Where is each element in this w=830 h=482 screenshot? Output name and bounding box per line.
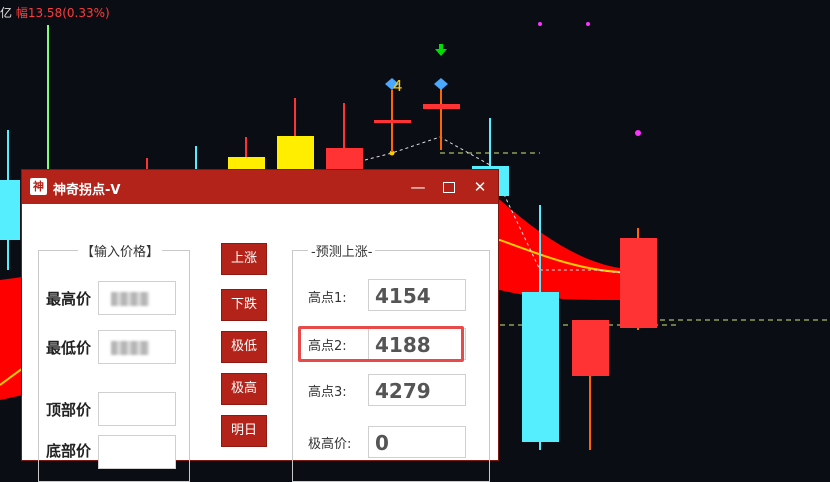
lowest-price-label: 最低价	[46, 339, 92, 357]
bottom-price-input[interactable]	[98, 435, 176, 469]
predict-legend-text: 预测上涨	[315, 245, 368, 260]
extreme-low-button[interactable]: 极低	[222, 332, 266, 362]
top-price-input[interactable]	[98, 392, 176, 426]
predict-group-legend: -预测上涨-	[308, 241, 376, 260]
close-button[interactable]: ✕	[467, 175, 493, 199]
magenta-dot	[586, 22, 590, 26]
bottom-price-label: 底部价	[46, 442, 92, 460]
high-point-3-label: 高点3:	[308, 385, 347, 400]
rise-button[interactable]: 上涨	[222, 244, 266, 274]
high-point-3-value[interactable]: 4279	[368, 374, 466, 406]
extreme-high-button[interactable]: 极高	[222, 374, 266, 404]
input-group-legend: 【输入价格】	[78, 241, 163, 260]
highest-price-label: 最高价	[46, 290, 92, 308]
high-point-1-value[interactable]: 4154	[368, 279, 466, 311]
extreme-high-price-label: 极高价:	[308, 437, 352, 452]
change-label: 幅13.58(0.33%)	[15, 6, 110, 20]
app-logo-icon: 神	[30, 178, 47, 195]
window-title: 神奇拐点-V	[53, 183, 121, 198]
svg-text:4: 4	[393, 77, 403, 95]
top-price-label: 顶部价	[46, 401, 92, 419]
dialog-window: 神 神奇拐点-V — ✕ 【输入价格】 最高价 最低价 顶部价 底部价 上涨 下…	[22, 170, 498, 482]
chart-info-bar: 亿 幅13.58(0.33%)	[0, 4, 110, 21]
fall-button[interactable]: 下跌	[222, 290, 266, 320]
maximize-icon	[443, 182, 455, 193]
title-bar[interactable]: 神 神奇拐点-V — ✕	[22, 170, 498, 204]
magenta-dot	[635, 130, 641, 136]
maximize-button[interactable]	[436, 175, 462, 199]
extreme-high-price-value[interactable]: 0	[368, 426, 466, 458]
info-prefix: 亿	[0, 6, 13, 20]
high-point-1-label: 高点1:	[308, 291, 347, 306]
blurred-value	[111, 292, 149, 306]
tomorrow-button[interactable]: 明日	[222, 416, 266, 446]
magenta-dot	[538, 22, 542, 26]
highest-price-input[interactable]	[98, 281, 176, 315]
blurred-value	[111, 341, 149, 355]
minimize-button[interactable]: —	[405, 175, 431, 199]
highlight-box	[298, 326, 464, 362]
lowest-price-input[interactable]	[98, 330, 176, 364]
